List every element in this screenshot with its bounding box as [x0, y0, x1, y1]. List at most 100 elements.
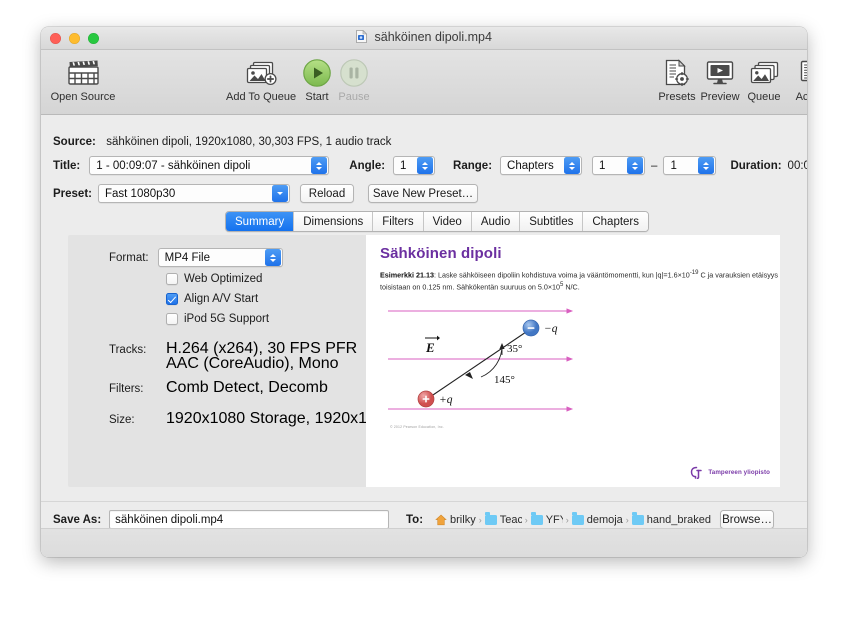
desktop-background: sähköinen dipoli.mp4 Open Source Add To …	[0, 0, 848, 630]
tab-subtitles[interactable]: Subtitles	[520, 212, 584, 231]
breadcrumb-item-home[interactable]: brilky	[435, 514, 476, 526]
bottom-bar: Save As: sähköinen dipoli.mp4 To: brilky…	[41, 501, 807, 557]
source-row: Source: sähköinen dipoli, 1920x1080, 30,…	[53, 132, 391, 150]
preview-thumbnail[interactable]: Sähköinen dipoli Esimerkki 21.13: Laske …	[366, 235, 780, 487]
tab-filters[interactable]: Filters	[373, 212, 424, 231]
range-start-value: 1	[599, 159, 606, 172]
main-toolbar: Open Source Add To Queue Start Pause Pre…	[41, 50, 807, 115]
preview-doc-body: Esimerkki 21.13: Laske sähköiseen dipoli…	[380, 269, 780, 292]
tampere-logo-icon	[691, 466, 703, 479]
format-popup[interactable]: MP4 File	[157, 248, 283, 267]
range-label: Range:	[453, 159, 493, 172]
open-source-button[interactable]: Open Source	[48, 56, 118, 103]
tracks-row: Tracks:	[109, 340, 146, 358]
negative-charge: −q	[522, 319, 558, 337]
tab-video[interactable]: Video	[423, 212, 472, 231]
filters-value: Comb Detect, Decomb	[166, 379, 328, 396]
angle-popup-value: 1	[400, 159, 407, 172]
save-new-preset-button[interactable]: Save New Preset…	[368, 184, 478, 203]
activity-log-icon	[785, 56, 807, 89]
queue-stack-icon	[738, 56, 790, 89]
size-label: Size:	[109, 414, 135, 426]
title-popup[interactable]: 1 - 00:09:07 - sähköinen dipoli	[89, 156, 330, 175]
chevron-updown-icon	[698, 157, 715, 174]
breadcrumb-label-home: brilky	[450, 513, 476, 526]
preset-popup[interactable]: Fast 1080p30	[98, 184, 290, 203]
range-type-popup[interactable]: Chapters	[500, 156, 583, 175]
preview-copyright: © 2012 Pearson Education, Inc.	[390, 425, 444, 429]
breadcrumb-separator: ›	[478, 514, 482, 525]
filters-label: Filters:	[109, 383, 144, 395]
ipod-5g-support-checkbox[interactable]: iPod 5G Support	[166, 313, 269, 325]
angle-label-145: 145°	[494, 374, 515, 386]
breadcrumb-item-yfys[interactable]: YFYS	[530, 512, 563, 526]
title-popup-value: 1 - 00:09:07 - sähköinen dipoli	[96, 159, 251, 172]
preview-doc-title: Sähköinen dipoli	[380, 245, 502, 262]
chevron-updown-icon	[564, 157, 581, 174]
breadcrumb-item-teaching[interactable]: Teaching	[484, 512, 522, 526]
summary-panel: Format: MP4 File Web Optimized Align A/V…	[68, 235, 780, 487]
svg-text:+q: +q	[439, 394, 453, 406]
university-logo-text: Tampereen yliopisto	[708, 469, 770, 476]
tab-audio[interactable]: Audio	[471, 212, 521, 231]
chevron-updown-icon	[311, 157, 328, 174]
angle-label: Angle:	[349, 159, 386, 172]
chevron-updown-icon	[264, 249, 281, 266]
align-av-start-checkbox[interactable]: Align A/V Start	[166, 293, 258, 305]
breadcrumb-label-teaching: Teaching	[499, 513, 522, 526]
source-label: Source:	[53, 136, 96, 148]
breadcrumb-item-demoja[interactable]: demoja	[571, 512, 623, 526]
duration-value: 00:09:07	[787, 159, 807, 172]
window-title-text: sähköinen dipoli.mp4	[374, 30, 492, 44]
activity-button[interactable]: Activity	[785, 56, 807, 103]
pause-icon	[319, 56, 389, 89]
window-titlebar[interactable]: sähköinen dipoli.mp4	[41, 27, 807, 50]
pause-label: Pause	[338, 91, 370, 103]
tab-chapters[interactable]: Chapters	[583, 212, 649, 231]
arc-arrowhead-35	[499, 343, 505, 349]
handbrake-window: sähköinen dipoli.mp4 Open Source Add To …	[41, 27, 807, 557]
format-row: Format: MP4 File	[109, 248, 283, 267]
browse-button[interactable]: Browse…	[720, 510, 775, 529]
range-dash: –	[651, 159, 658, 172]
tab-dimensions[interactable]: Dimensions	[294, 212, 374, 231]
web-optimized-checkbox[interactable]: Web Optimized	[166, 273, 262, 285]
window-title: sähköinen dipoli.mp4	[41, 29, 807, 46]
breadcrumb-label-hand-braked: hand_braked	[646, 513, 712, 526]
filters-row: Filters:	[109, 379, 144, 397]
range-type-value: Chapters	[507, 159, 554, 172]
destination-row: To: brilky › Teaching ›	[406, 510, 775, 529]
save-as-input[interactable]: sähköinen dipoli.mp4	[109, 510, 390, 529]
folder-icon	[530, 512, 543, 525]
breadcrumb-separator: ›	[524, 514, 528, 525]
checkbox-box	[166, 273, 178, 285]
pause-button[interactable]: Pause	[319, 56, 389, 103]
breadcrumb-label-demoja: demoja	[586, 513, 623, 526]
preview-body-text3: N/C.	[563, 282, 580, 291]
align-av-start-label: Align A/V Start	[184, 293, 259, 305]
queue-button[interactable]: Queue	[738, 56, 790, 103]
angle-label-35: 35°	[507, 343, 522, 355]
tracks-value-line2: AAC (CoreAudio), Mono	[166, 355, 339, 372]
svg-text:E: E	[425, 340, 435, 355]
tabbar: Summary Dimensions Filters Video Audio S…	[225, 211, 650, 232]
queue-label: Queue	[747, 91, 781, 103]
source-value: sähköinen dipoli, 1920x1080, 30,303 FPS,…	[106, 136, 392, 148]
breadcrumb-item-hand-braked[interactable]: hand_braked	[631, 512, 712, 526]
range-end-popup[interactable]: 1	[663, 156, 717, 175]
preview-body-text1: : Laske sähköiseen dipoliin kohdistuva v…	[433, 270, 690, 280]
duration-label: Duration:	[730, 159, 782, 172]
dipole-diagram: E −q +q 35° 145°	[388, 308, 574, 412]
save-as-value: sähköinen dipoli.mp4	[115, 513, 224, 526]
clapperboard-icon	[48, 56, 118, 89]
format-popup-value: MP4 File	[164, 251, 210, 264]
save-as-label: Save As:	[53, 513, 102, 526]
tab-summary[interactable]: Summary	[226, 212, 295, 231]
angle-popup[interactable]: 1	[393, 156, 436, 175]
save-as-row: Save As: sähköinen dipoli.mp4	[53, 510, 390, 529]
reload-button[interactable]: Reload	[300, 184, 354, 203]
preset-label: Preset:	[53, 187, 92, 200]
preview-body-prefix: Esimerkki 21.13	[380, 270, 434, 280]
range-start-popup[interactable]: 1	[592, 156, 646, 175]
title-row: Title: 1 - 00:09:07 - sähköinen dipoli A…	[53, 156, 807, 175]
